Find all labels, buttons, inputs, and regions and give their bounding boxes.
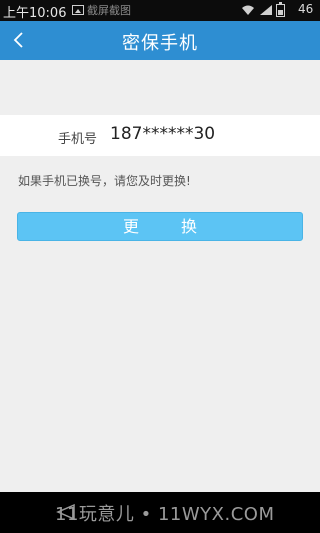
phone-number-label: 手机号 [58,132,98,147]
status-notification-text: 截屏截图 [87,4,131,17]
battery-level: 46 [298,2,314,16]
change-hint-text: 如果手机已换号，请您及时更换! [18,174,191,188]
page-title: 密保手机 [122,33,198,54]
change-phone-button[interactable]: 更换 [17,212,303,241]
watermark-text: 11玩意儿 • 11WYX.COM [55,504,275,525]
image-icon [72,5,84,15]
battery-icon [276,2,285,17]
phone-number-row: 手机号 187******30 [0,115,320,156]
status-time: 上午10:06 [3,6,67,21]
wifi-icon [242,5,254,15]
nav-bar: 密保手机 [0,21,320,60]
phone-number-value: 187******30 [110,124,216,144]
signal-icon [260,5,272,15]
bottom-navigation-bar: 11玩意儿 • 11WYX.COM [0,492,320,533]
status-bar: 上午10:06 截屏截图 46 [0,0,320,21]
